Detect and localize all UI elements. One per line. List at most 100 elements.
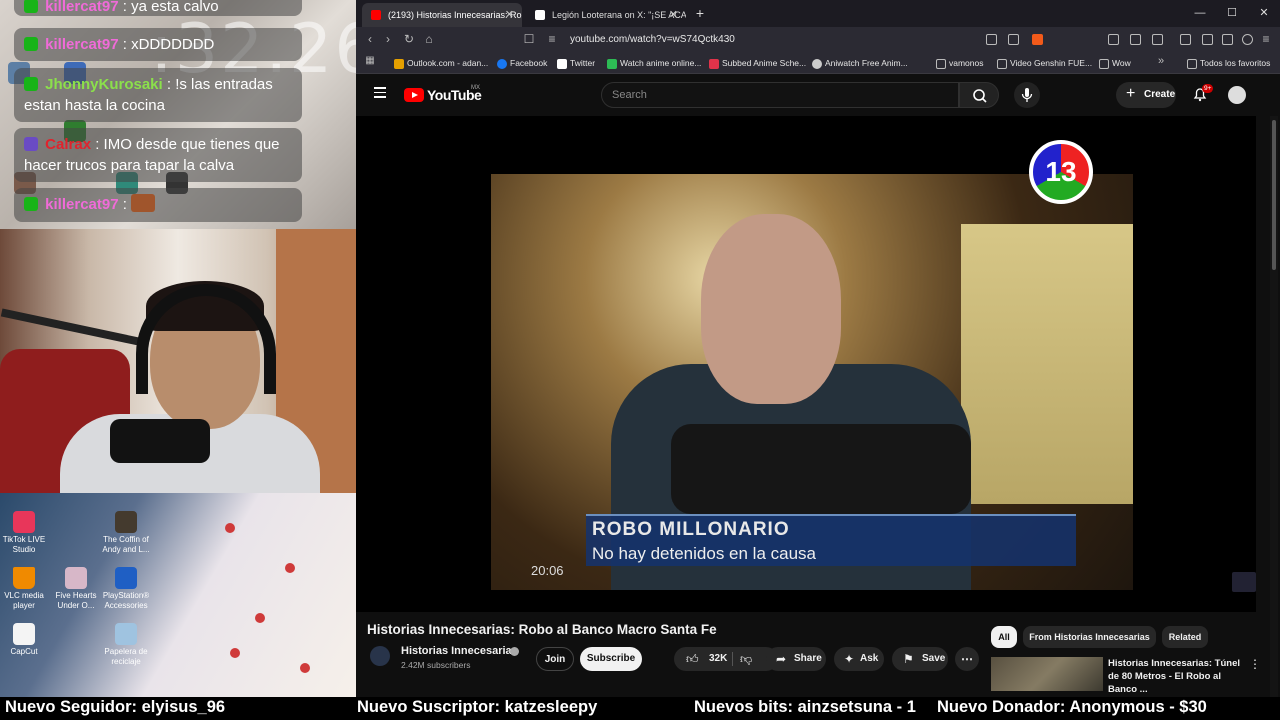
recommendation-title[interactable]: Historias Innecesarias: Túnel de 80 Metr… (1108, 657, 1244, 696)
create-button[interactable]: Create (1116, 81, 1176, 108)
desktop-icon-label: The Coffin of Andy and L... (102, 535, 150, 554)
search-icon (973, 89, 987, 103)
like-button[interactable]: 👍︎ 32K 👎︎ (674, 647, 778, 671)
avatar[interactable] (1228, 86, 1246, 104)
bookmark-facebook[interactable]: Facebook (497, 56, 547, 71)
desktop-icon-tiktok[interactable]: TikTok LIVE Studio (0, 511, 54, 555)
ticker-subscriber: Nuevo Suscriptor: katzesleepy (357, 698, 598, 716)
bookmark-folder-vamonos[interactable]: vamonos (936, 56, 984, 71)
recommendation-thumbnail[interactable] (991, 657, 1103, 691)
channel-watermark[interactable] (1232, 572, 1256, 592)
minimize-button[interactable]: — (1190, 4, 1210, 22)
back-icon[interactable]: ‹ (362, 32, 378, 46)
scrollbar-thumb[interactable] (1272, 120, 1276, 270)
close-window-button[interactable]: ✕ (1254, 4, 1274, 22)
more-options-icon[interactable]: ⋮ (1249, 657, 1261, 671)
bookmark-aniwatch[interactable]: Aniwatch Free Anim... (812, 56, 908, 71)
youtube-page: YouTube MX Search Create 9+ (356, 74, 1280, 697)
thumbs-down-icon[interactable]: 👎︎ (740, 647, 752, 671)
desktop-icon-recycle-bin[interactable]: Papelera de reciclaje (96, 623, 156, 667)
tab-x-post[interactable]: Legión Looterana on X: "¡SE ACA ✕ (526, 3, 686, 27)
desktop-icon-label: Five Hearts Under O... (55, 591, 97, 610)
brave-shield-icon[interactable] (1032, 34, 1043, 45)
bookmark-icon[interactable]: ☐ (521, 32, 537, 46)
search-button[interactable] (959, 82, 999, 108)
tab-youtube[interactable]: (2193) Historias Innecesarias: Ro ✕ (362, 3, 522, 27)
sidebar-icon[interactable] (1202, 34, 1213, 45)
chat-text: : (118, 196, 132, 213)
notification-count-badge: 9+ (1202, 84, 1214, 93)
bookmark-watch-anime[interactable]: Watch anime online... (607, 56, 701, 71)
vpn-icon[interactable] (1242, 34, 1253, 45)
emote-icon (131, 194, 156, 212)
share-page-icon[interactable] (1008, 34, 1019, 45)
bookmark-folder-wow[interactable]: Wow (1099, 56, 1131, 71)
extension-icon[interactable] (1130, 34, 1141, 45)
close-tab-icon[interactable]: ✕ (669, 3, 678, 27)
maximize-button[interactable]: ☐ (1222, 4, 1242, 22)
video-player[interactable]: ROBO MILLONARIO No hay detenidos en la c… (356, 116, 1256, 612)
desktop-icon-coffin[interactable]: The Coffin of Andy and L... (96, 511, 156, 555)
more-actions-button[interactable]: ⋯ (955, 647, 979, 671)
search-input[interactable]: Search (601, 82, 959, 108)
voice-search-button[interactable] (1014, 82, 1040, 108)
aniwatch-icon (812, 59, 822, 69)
outlook-icon (394, 59, 404, 69)
home-icon[interactable]: ⌂ (421, 32, 437, 46)
ticker-donor: Nuevo Donador: Anonymous - $30 (937, 698, 1207, 716)
bookmark-twitter[interactable]: Twitter (557, 56, 595, 71)
chat-text: : ya esta calvo (118, 0, 219, 15)
channel-name[interactable]: Historias Innecesarias (401, 645, 518, 657)
channel-avatar[interactable] (370, 646, 390, 666)
chat-message: Calrax : IMO desde que tienes que hacer … (14, 128, 302, 182)
chat-badge-icon (24, 197, 38, 211)
extension-icon[interactable] (1108, 34, 1119, 45)
close-tab-icon[interactable]: ✕ (505, 3, 514, 27)
bookmarks-bar: ▦ Outlook.com - adan... Facebook Twitter… (356, 53, 1280, 74)
bookmark-label: Subbed Anime Sche... (722, 58, 807, 68)
bookmark-label: Video Genshin FUE... (1010, 58, 1093, 68)
youtube-favicon-icon (371, 10, 381, 20)
share-button[interactable]: ➦ Share (766, 647, 826, 671)
join-button[interactable]: Join (536, 647, 574, 671)
apps-grid-icon[interactable]: ▦ (362, 55, 378, 66)
reload-icon[interactable]: ↻ (401, 32, 417, 46)
desktop-icon-capcut[interactable]: CapCut (0, 623, 54, 657)
desktop-wallpaper: TikTok LIVE Studio The Coffin of Andy an… (0, 493, 356, 697)
news-lower-third: ROBO MILLONARIO No hay detenidos en la c… (586, 514, 1076, 566)
new-tab-button[interactable]: + (690, 4, 710, 22)
menu-icon[interactable]: ≡ (1258, 32, 1274, 46)
save-label: Save (922, 653, 946, 664)
address-bar[interactable]: youtube.com/watch?v=wS74Qctk430 (570, 31, 1170, 49)
desktop-icon-label: Papelera de reciclaje (104, 647, 148, 666)
chat-message: JhonnyKurosaki : !s las entradas estan h… (14, 68, 302, 122)
more-bookmarks-icon[interactable]: » (1153, 55, 1169, 67)
bookmark-outlook[interactable]: Outlook.com - adan... (394, 56, 488, 71)
bookmark-folder-genshin[interactable]: Video Genshin FUE... (997, 56, 1092, 71)
chip-from-channel[interactable]: From Historias Innecesarias (1023, 626, 1156, 648)
desktop-icon-playstation[interactable]: PlayStation® Accessories (96, 567, 156, 611)
bookmark-all-favorites[interactable]: Todos los favoritos (1187, 56, 1270, 71)
tiktok-icon (13, 511, 35, 533)
ticker-bits: Nuevos bits: ainzsetsuna - 1 (694, 698, 916, 716)
install-app-icon[interactable] (986, 34, 997, 45)
chip-related[interactable]: Related (1162, 626, 1208, 648)
bookmark-label: Wow (1112, 58, 1131, 68)
folder-icon (936, 59, 946, 69)
bookmark-subbed-anime[interactable]: Subbed Anime Sche... (709, 56, 806, 71)
subscribe-button[interactable]: Subscribe (580, 647, 642, 671)
music-icon[interactable] (1180, 34, 1191, 45)
stream-overlay: :32.26 killercat97 : ya esta calvo kille… (0, 0, 356, 697)
tab-label: Legión Looterana on X: "¡SE ACA (552, 10, 686, 20)
chip-all[interactable]: All (991, 626, 1017, 648)
chat-message: killercat97 : xDDDDDDD (14, 28, 302, 61)
site-info-icon[interactable]: ≡ (544, 32, 560, 46)
wallet-icon[interactable] (1222, 34, 1233, 45)
menu-icon[interactable] (374, 87, 386, 99)
ask-button[interactable]: ✦ Ask (834, 647, 884, 671)
desktop-icon-label: TikTok LIVE Studio (2, 535, 46, 554)
extension-icon[interactable] (1152, 34, 1163, 45)
screen: :32.26 killercat97 : ya esta calvo kille… (0, 0, 1280, 720)
forward-icon[interactable]: › (380, 32, 396, 46)
save-button[interactable]: ⚑ Save (892, 647, 948, 671)
